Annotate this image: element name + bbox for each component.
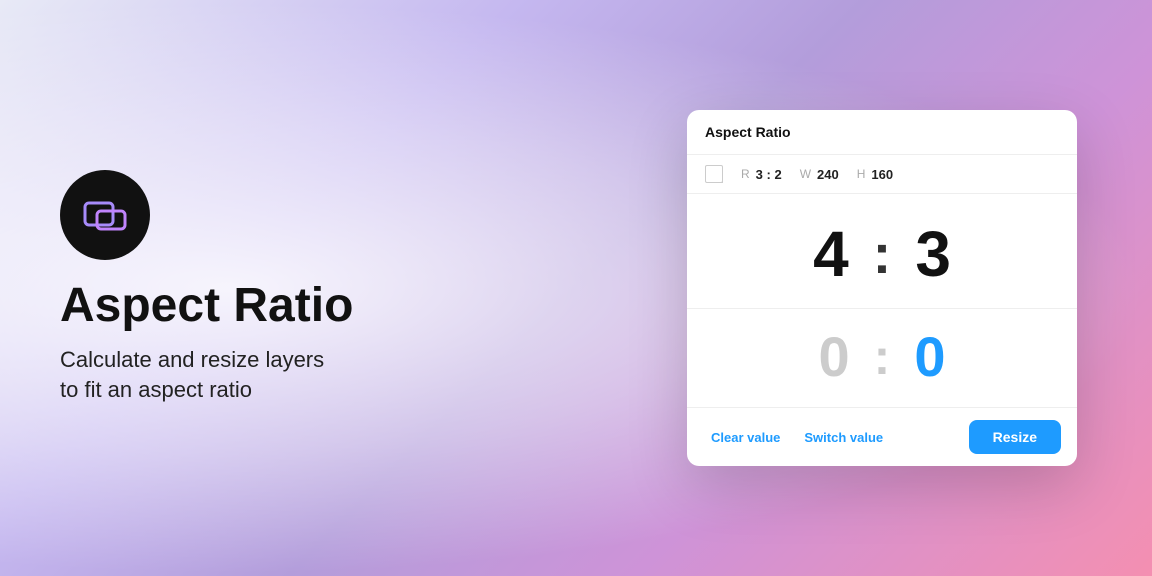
- input-display: 0 : 0: [705, 329, 1059, 385]
- logo-circle: [60, 170, 150, 260]
- width-label: W: [800, 167, 811, 181]
- card-toolbar: R 3 : 2 W 240 H 160: [687, 155, 1077, 194]
- card-footer: Clear value Switch value Resize: [687, 408, 1077, 466]
- height-label: H: [857, 167, 866, 181]
- height-field: H 160: [857, 167, 893, 182]
- ratio-label: R: [741, 167, 750, 181]
- ratio-section: 4 : 3: [687, 194, 1077, 309]
- right-section: Aspect Ratio R 3 : 2 W 240 H 160: [672, 110, 1092, 466]
- logo-icon: [79, 189, 131, 241]
- ratio-colon: :: [873, 226, 892, 282]
- input-left: 0: [819, 329, 850, 385]
- ratio-right: 3: [915, 222, 951, 286]
- page-subtitle: Calculate and resize layersto fit an asp…: [60, 345, 672, 407]
- clear-value-button[interactable]: Clear value: [703, 424, 788, 451]
- input-section: 0 : 0: [687, 309, 1077, 408]
- plugin-card: Aspect Ratio R 3 : 2 W 240 H 160: [687, 110, 1077, 466]
- width-field: W 240: [800, 167, 839, 182]
- ratio-field: R 3 : 2: [741, 167, 782, 182]
- page-title: Aspect Ratio: [60, 280, 672, 333]
- ratio-display: 4 : 3: [705, 222, 1059, 286]
- height-value: 160: [871, 167, 893, 182]
- ratio-value: 3 : 2: [756, 167, 782, 182]
- resize-icon: [705, 165, 723, 183]
- input-right: 0: [914, 329, 945, 385]
- left-section: Aspect Ratio Calculate and resize layers…: [60, 170, 672, 406]
- ratio-left: 4: [813, 222, 849, 286]
- card-header: Aspect Ratio: [687, 110, 1077, 155]
- resize-button[interactable]: Resize: [969, 420, 1061, 454]
- left-texts: Aspect Ratio Calculate and resize layers…: [60, 280, 672, 406]
- card-title: Aspect Ratio: [705, 124, 791, 140]
- width-value: 240: [817, 167, 839, 182]
- switch-value-button[interactable]: Switch value: [796, 424, 891, 451]
- page-layout: Aspect Ratio Calculate and resize layers…: [0, 0, 1152, 576]
- input-colon: :: [874, 332, 891, 382]
